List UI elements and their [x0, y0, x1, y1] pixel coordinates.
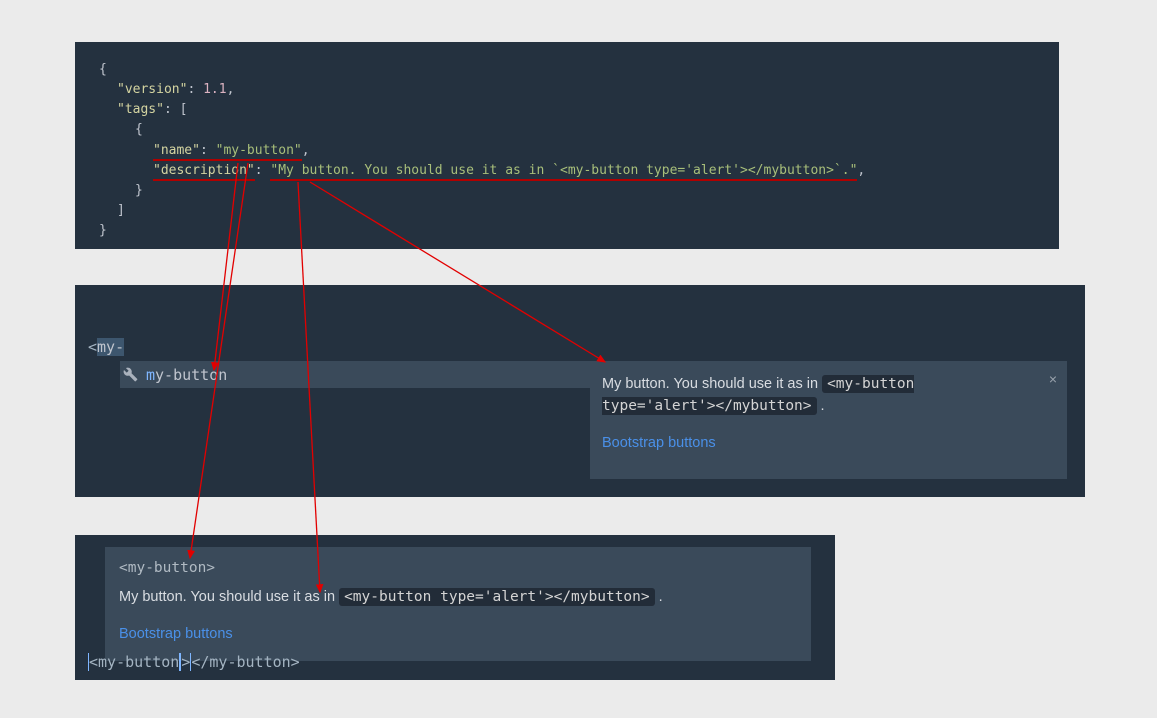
- json-line-version: "version": 1.1,: [99, 80, 1035, 100]
- hover-doc-panel: <my-button> My button. You should use it…: [75, 535, 835, 680]
- editor-line[interactable]: <my-button></my-button>: [88, 653, 300, 671]
- bootstrap-buttons-link[interactable]: Bootstrap buttons: [602, 432, 716, 454]
- bootstrap-buttons-link[interactable]: Bootstrap buttons: [119, 623, 233, 646]
- hover-description: My button. You should use it as in <my-b…: [119, 586, 797, 609]
- json-line-tags: "tags": [: [99, 100, 1035, 120]
- json-code-panel: { "version": 1.1, "tags": [ { "name": "m…: [75, 42, 1059, 249]
- wrench-icon: [123, 367, 138, 382]
- json-line-description: "description": "My button. You should us…: [99, 161, 1035, 181]
- autocomplete-popup-item[interactable]: my-button: [120, 361, 627, 388]
- editor-typed-text[interactable]: <my-: [88, 338, 124, 356]
- close-icon[interactable]: ×: [1049, 369, 1057, 391]
- autocomplete-panel: <my- my-button × My button. You should u…: [75, 285, 1085, 497]
- autocomplete-doc-popup: × My button. You should use it as in <my…: [590, 361, 1067, 479]
- hover-title: <my-button>: [119, 557, 797, 580]
- json-line-name: "name": "my-button",: [99, 141, 1035, 161]
- hover-doc-card: <my-button> My button. You should use it…: [105, 547, 811, 661]
- json-brace: {: [99, 60, 1035, 80]
- code-snippet: <my-button type='alert'></mybutton>: [339, 588, 655, 606]
